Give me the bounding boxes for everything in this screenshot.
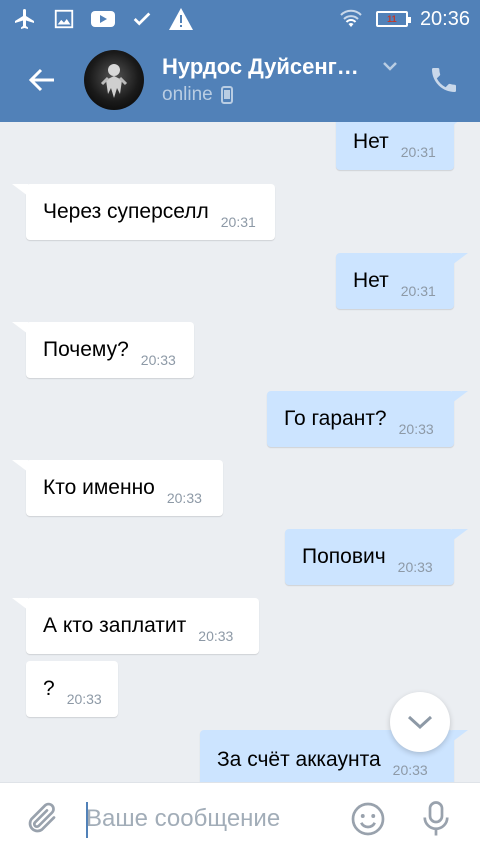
message-time: 20:33 (398, 421, 434, 437)
message-time: 20:31 (220, 214, 256, 230)
paperclip-icon (28, 802, 56, 833)
call-button[interactable] (428, 64, 460, 96)
chevron-down-icon[interactable] (380, 58, 400, 74)
warning-icon (168, 6, 194, 32)
message-time: 20:33 (198, 628, 234, 644)
youtube-icon (90, 6, 116, 32)
emoji-button[interactable] (350, 801, 386, 837)
message-input[interactable] (86, 801, 336, 837)
status-bar: 11 20:36 (0, 0, 480, 38)
message-text: Через суперселл (43, 200, 209, 223)
check-icon (129, 6, 155, 32)
message-list[interactable]: Нет 20:31 Через суперселл 20:31 Нет 20:3… (0, 122, 480, 782)
message-time: 20:33 (392, 762, 428, 778)
message-time: 20:33 (397, 559, 433, 575)
message-bubble-outgoing[interactable]: Попович 20:33 (285, 529, 468, 585)
message-bubble-incoming[interactable]: А кто заплатит 20:33 (12, 598, 259, 654)
wifi-icon (338, 6, 364, 32)
message-time: 20:31 (400, 144, 436, 160)
chevron-down-icon (407, 715, 433, 730)
battery-icon: 11 (375, 11, 411, 27)
message-text: За счёт аккаунта (217, 748, 381, 771)
message-text: Нет (353, 130, 389, 153)
attach-button[interactable] (24, 801, 60, 837)
message-text: Го гарант? (284, 407, 387, 430)
message-composer (0, 782, 480, 854)
message-text: Почему? (43, 338, 129, 361)
contact-status: online (162, 84, 233, 106)
chat-header: Нурдос Дуйсенг… online (0, 38, 480, 122)
message-bubble-incoming[interactable]: Кто именно 20:33 (12, 460, 223, 516)
message-bubble-outgoing[interactable]: Го гарант? 20:33 (267, 391, 468, 447)
microphone-icon (423, 801, 449, 836)
clock: 20:36 (419, 7, 470, 30)
image-icon (51, 6, 77, 32)
message-bubble-incoming[interactable]: Через суперселл 20:31 (12, 184, 275, 240)
message-bubble-outgoing[interactable]: Нет 20:31 (336, 253, 468, 309)
message-bubble-outgoing[interactable]: Нет 20:31 (336, 122, 468, 170)
airplane-icon (12, 6, 38, 32)
message-text: ? (43, 677, 55, 700)
message-text: А кто заплатит (43, 614, 187, 637)
message-bubble-incoming[interactable]: Почему? 20:33 (12, 322, 194, 378)
scroll-to-bottom-button[interactable] (390, 692, 450, 752)
message-text: Попович (302, 545, 386, 568)
message-time: 20:33 (66, 691, 102, 707)
message-time: 20:33 (166, 490, 202, 506)
voice-message-button[interactable] (418, 799, 454, 839)
message-text: Нет (353, 269, 389, 292)
emoji-icon (351, 802, 385, 836)
avatar[interactable] (84, 50, 144, 110)
message-time: 20:33 (140, 352, 176, 368)
mobile-device-icon (220, 86, 233, 104)
message-time: 20:31 (400, 283, 436, 299)
battery-level: 11 (387, 14, 397, 24)
contact-name[interactable]: Нурдос Дуйсенг… (162, 54, 372, 80)
message-bubble-incoming[interactable]: ? 20:33 (26, 661, 118, 717)
status-text: online (162, 84, 213, 105)
message-text: Кто именно (43, 476, 155, 499)
phone-icon (432, 68, 456, 92)
back-button[interactable] (24, 62, 60, 98)
back-arrow-icon (28, 68, 54, 92)
